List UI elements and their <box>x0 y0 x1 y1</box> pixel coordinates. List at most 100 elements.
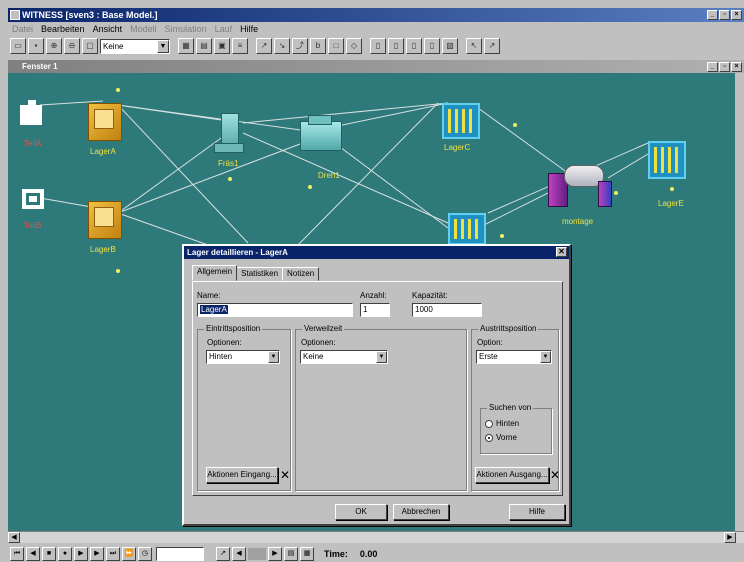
text-tool-icon[interactable]: b <box>310 38 326 54</box>
save-icon[interactable]: ▪ <box>28 38 44 54</box>
menu-bearbeiten[interactable]: Bearbeiten <box>41 22 85 36</box>
run-length-field[interactable] <box>156 546 204 561</box>
step-back-icon[interactable]: ◀ <box>26 546 40 561</box>
minimize-button[interactable]: _ <box>707 10 718 20</box>
menu-datei[interactable]: Datei <box>12 22 33 36</box>
speed-slider[interactable] <box>248 547 266 560</box>
rewind-icon[interactable]: ⏮ <box>10 546 24 561</box>
step-icon[interactable]: ▶ <box>74 546 88 561</box>
statistics-icon[interactable]: ▤ <box>284 546 298 561</box>
eintritt-optionen-select[interactable]: Hinten ▼ <box>206 350 280 364</box>
close-button[interactable]: × <box>731 10 742 20</box>
name-field[interactable]: LagerA <box>197 303 353 317</box>
kapazitaet-field[interactable]: 1000 <box>412 303 482 317</box>
eingang-action-close-icon[interactable]: ✕ <box>280 469 290 481</box>
part-source-teila-tab <box>28 100 36 106</box>
lagera-label: LagerA <box>90 147 116 156</box>
chart-icon[interactable]: ▧ <box>442 38 458 54</box>
chevron-down-icon[interactable]: ▼ <box>540 351 551 363</box>
stop-icon[interactable]: ■ <box>42 546 56 561</box>
scroll-left-icon[interactable]: ◀ <box>8 532 20 543</box>
suchen-von-group: Suchen von Hinten Vorne <box>480 403 552 454</box>
menu-simulation[interactable]: Simulation <box>165 22 207 36</box>
grid-icon[interactable]: ▦ <box>178 38 194 54</box>
zoom-out-icon[interactable]: ⊖ <box>64 38 80 54</box>
arrow-tool-icon[interactable]: ↗ <box>256 38 272 54</box>
dreh1-status-dot <box>308 185 312 189</box>
shape-tool-icon[interactable]: ◇ <box>346 38 362 54</box>
pointer-icon[interactable]: ↖ <box>466 38 482 54</box>
clock-icon[interactable]: ◷ <box>138 546 152 561</box>
part-source-teila-icon[interactable] <box>20 105 42 125</box>
dialog-tabs: Allgemein Statistiken Notizen <box>192 265 320 281</box>
rect-tool-icon[interactable]: □ <box>328 38 344 54</box>
teila-label: TeilA <box>24 139 42 148</box>
speed-right-icon[interactable]: ▶ <box>268 546 282 561</box>
fast-forward-icon[interactable]: ⏩ <box>122 546 136 561</box>
paste-icon[interactable]: ▯ <box>406 38 422 54</box>
radio-vorne[interactable]: Vorne <box>485 433 517 442</box>
report-icon[interactable]: ▦ <box>300 546 314 561</box>
menu-modell[interactable]: Modell <box>130 22 157 36</box>
lagerc-label: LagerC <box>444 143 471 152</box>
window-icon[interactable]: ▣ <box>214 38 230 54</box>
verweilzeit-optionen-select[interactable]: Keine ▼ <box>300 350 388 364</box>
suchen-von-title: Suchen von <box>487 403 534 412</box>
fraes1-status-dot <box>228 177 232 181</box>
austritt-option-select[interactable]: Erste ▼ <box>476 350 552 364</box>
verweilzeit-group: Verweilzeit Optionen: Keine ▼ <box>295 324 467 491</box>
radio-hinten-indicator[interactable] <box>485 419 493 428</box>
menu-ansicht[interactable]: Ansicht <box>93 22 123 36</box>
speed-left-icon[interactable]: ◀ <box>232 546 246 561</box>
play-icon[interactable]: ▶ <box>90 546 104 561</box>
toolbar: ▭ ▪ ⊕ ⊖ ▢ Keine ▼ ▦ ▤ ▣ ≡ ↗ ↘ ⤴ b □ ◇ ▯ … <box>8 36 744 56</box>
lagerd-status-dot <box>500 234 504 238</box>
layout-icon[interactable]: ▤ <box>196 38 212 54</box>
list-icon[interactable]: ≡ <box>232 38 248 54</box>
name-label: Name: <box>197 291 221 300</box>
name-value: LagerA <box>200 305 228 314</box>
dialog-close-icon[interactable]: ✕ <box>556 247 567 257</box>
page-icon[interactable]: ▯ <box>370 38 386 54</box>
display-layer-combo[interactable]: Keine ▼ <box>100 38 170 54</box>
cancel-button[interactable]: Abbrechen <box>393 504 449 520</box>
chevron-down-icon[interactable]: ▼ <box>268 351 279 363</box>
chevron-down-icon[interactable]: ▼ <box>376 351 387 363</box>
menu-bar: Datei Bearbeiten Ansicht Modell Simulati… <box>8 22 744 36</box>
machine-dreh1-icon[interactable] <box>300 121 342 151</box>
path-tool-icon[interactable]: ↘ <box>274 38 290 54</box>
open-icon[interactable]: ▭ <box>10 38 26 54</box>
menu-hilfe[interactable]: Hilfe <box>240 22 258 36</box>
radio-vorne-indicator[interactable] <box>485 433 493 442</box>
ok-button[interactable]: OK <box>335 504 387 520</box>
chevron-down-icon[interactable]: ▼ <box>157 39 169 53</box>
canvas-horizontal-scrollbar[interactable]: ◀ ▶ <box>8 531 744 543</box>
zoom-in-icon[interactable]: ⊕ <box>46 38 62 54</box>
help-button[interactable]: Hilfe <box>509 504 565 520</box>
restore-button[interactable]: ▫ <box>719 10 730 20</box>
copy-icon[interactable]: ▯ <box>388 38 404 54</box>
part-source-teilb-icon[interactable] <box>22 189 44 209</box>
aktionen-ausgang-button[interactable]: Aktionen Ausgang... <box>475 467 549 483</box>
child-minimize-button[interactable]: _ <box>707 62 718 72</box>
tab-notizen[interactable]: Notizen <box>282 267 320 281</box>
lagere-label: LagerE <box>658 199 684 208</box>
anzahl-field[interactable]: 1 <box>360 303 390 317</box>
radio-hinten[interactable]: Hinten <box>485 419 519 428</box>
display-icon[interactable]: ▢ <box>82 38 98 54</box>
aktionen-eingang-button[interactable]: Aktionen Eingang... <box>206 467 278 483</box>
speed-icon[interactable]: ↗ <box>216 546 230 561</box>
link-icon[interactable]: ↗ <box>484 38 500 54</box>
tab-allgemein[interactable]: Allgemein <box>192 265 238 281</box>
print-icon[interactable]: ▯ <box>424 38 440 54</box>
route-tool-icon[interactable]: ⤴ <box>292 38 308 54</box>
tab-panel-allgemein: Name: LagerA Anzahl: 1 Kapazität: 1000 E… <box>192 281 563 496</box>
ausgang-action-close-icon[interactable]: ✕ <box>550 469 560 481</box>
record-icon[interactable]: ● <box>58 546 72 561</box>
run-to-icon[interactable]: ⏭ <box>106 546 120 561</box>
child-restore-button[interactable]: ▫ <box>719 62 730 72</box>
scroll-right-icon[interactable]: ▶ <box>724 532 736 543</box>
child-close-button[interactable]: × <box>731 62 742 72</box>
tab-statistiken[interactable]: Statistiken <box>236 267 284 281</box>
menu-lauf[interactable]: Lauf <box>215 22 233 36</box>
